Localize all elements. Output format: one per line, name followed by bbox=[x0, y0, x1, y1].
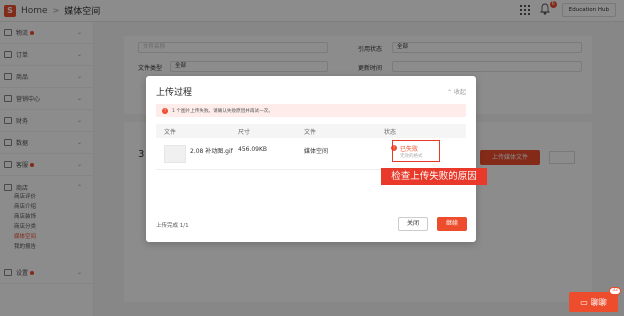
column-header-size: 尺寸 bbox=[238, 129, 251, 136]
error-alert: ! 1 个图片上传失败。请确认失败原因并再试一次。 bbox=[156, 104, 466, 117]
file-thumbnail bbox=[164, 145, 186, 163]
file-location: 媒体空间 bbox=[304, 148, 329, 155]
status-highlight-box bbox=[392, 140, 440, 162]
chat-icon: ▭ bbox=[580, 297, 588, 307]
close-button[interactable]: 关闭 bbox=[398, 217, 428, 231]
upload-progress-text: 上传完成 1/1 bbox=[156, 223, 189, 229]
chevron-up-icon: ⌃ bbox=[447, 89, 454, 96]
continue-button[interactable]: 继续 bbox=[437, 217, 467, 231]
error-icon: ! bbox=[162, 107, 168, 114]
alert-text: 1 个图片上传失败。请确认失败原因并再试一次。 bbox=[172, 108, 273, 114]
modal-title: 上传过程 bbox=[156, 88, 193, 98]
annotation-callout: 检查上传失败的原因 bbox=[381, 168, 487, 185]
column-header-file: 文件 bbox=[164, 129, 177, 136]
table-header: 文件 尺寸 文件 状态 bbox=[156, 124, 466, 138]
file-name: 2.08 补动图.gif bbox=[190, 148, 233, 155]
column-header-location: 文件 bbox=[304, 129, 317, 136]
chat-button[interactable]: ▭ 聊聊 32 bbox=[569, 287, 621, 312]
collapse-label: 收起 bbox=[453, 89, 466, 96]
file-size: 456.09KB bbox=[238, 146, 268, 153]
chat-label: 聊聊 bbox=[590, 297, 607, 307]
column-header-status: 状态 bbox=[384, 129, 397, 136]
chat-count-badge: 32 bbox=[609, 287, 621, 295]
collapse-button[interactable]: ⌃ 收起 bbox=[447, 87, 466, 96]
